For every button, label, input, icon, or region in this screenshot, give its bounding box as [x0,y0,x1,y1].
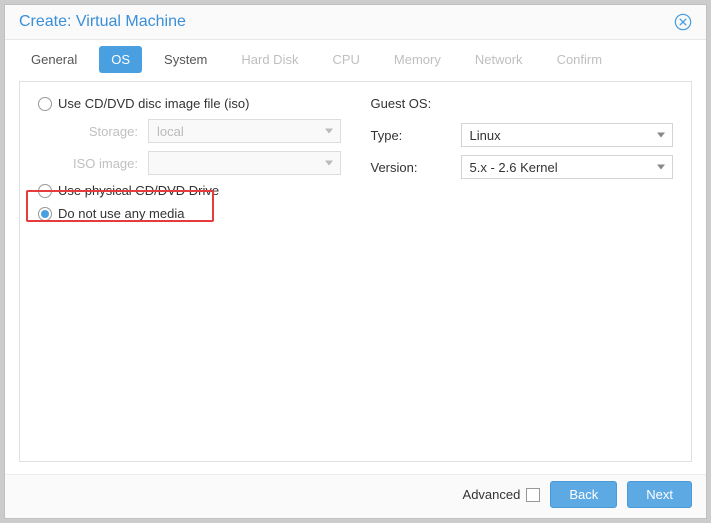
tab-hard-disk: Hard Disk [229,46,310,73]
tab-confirm: Confirm [545,46,615,73]
dialog-title: Create: Virtual Machine [19,13,186,31]
tab-cpu: CPU [320,46,371,73]
advanced-label: Advanced [463,487,521,502]
version-select[interactable]: 5.x - 2.6 Kernel [461,155,674,179]
radio-none[interactable] [38,207,52,221]
next-button[interactable]: Next [627,481,692,508]
radio-none-label: Do not use any media [58,206,184,221]
tab-memory: Memory [382,46,453,73]
content-panel: Use CD/DVD disc image file (iso) Storage… [19,81,692,462]
version-label: Version: [371,160,461,175]
tab-bar: General OS System Hard Disk CPU Memory N… [5,40,706,73]
tab-network: Network [463,46,535,73]
advanced-checkbox[interactable] [526,488,540,502]
tab-general[interactable]: General [19,46,89,73]
guest-os-heading: Guest OS: [371,96,674,111]
dialog-footer: Advanced Back Next [5,474,706,518]
type-select[interactable]: Linux [461,123,674,147]
radio-row-none[interactable]: Do not use any media [38,206,341,221]
version-row: Version: 5.x - 2.6 Kernel [371,155,674,179]
back-button[interactable]: Back [550,481,617,508]
tab-os[interactable]: OS [99,46,142,73]
radio-row-iso[interactable]: Use CD/DVD disc image file (iso) [38,96,341,111]
radio-iso-label: Use CD/DVD disc image file (iso) [58,96,249,111]
radio-iso[interactable] [38,97,52,111]
dialog-header: Create: Virtual Machine [5,5,706,40]
storage-row: Storage: local [38,119,341,143]
tab-system[interactable]: System [152,46,219,73]
storage-select: local [148,119,341,143]
close-icon[interactable] [674,13,692,31]
type-label: Type: [371,128,461,143]
type-row: Type: Linux [371,123,674,147]
radio-physical-label: Use physical CD/DVD Drive [58,183,219,198]
radio-row-physical[interactable]: Use physical CD/DVD Drive [38,183,341,198]
create-vm-dialog: Create: Virtual Machine General OS Syste… [4,4,707,519]
media-column: Use CD/DVD disc image file (iso) Storage… [38,96,341,447]
iso-image-label: ISO image: [38,156,148,171]
iso-image-select [148,151,341,175]
radio-physical[interactable] [38,184,52,198]
iso-image-row: ISO image: [38,151,341,175]
advanced-toggle[interactable]: Advanced [463,487,541,502]
storage-label: Storage: [38,124,148,139]
guest-os-column: Guest OS: Type: Linux Version: 5.x - 2.6… [371,96,674,447]
